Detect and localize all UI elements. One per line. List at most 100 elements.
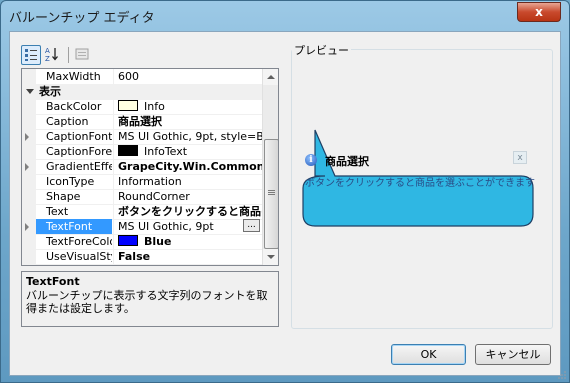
row-gutter (22, 114, 36, 129)
balloon-close-icon[interactable]: x (513, 151, 527, 164)
expand-icon[interactable] (25, 163, 29, 171)
property-value-cell[interactable]: 600 (113, 69, 262, 84)
window-title: バルーンチップ エディタ (9, 11, 155, 26)
property-value-cell[interactable]: GrapeCity.Win.Common.G (113, 159, 262, 174)
scroll-up-button[interactable] (263, 69, 278, 85)
dialog-window: バルーンチップ エディタ x A Z MaxWidth 600 表示 BackC… (0, 0, 570, 383)
color-swatch (118, 145, 138, 156)
property-value: GrapeCity.Win.Common.G (118, 160, 262, 173)
row-gutter (22, 99, 36, 114)
property-name[interactable]: TextForeColor (36, 234, 112, 249)
color-swatch (118, 100, 138, 111)
row-gutter (22, 234, 36, 249)
property-row[interactable]: TextForeColor Blue (22, 234, 262, 250)
alphabetical-icon: A Z (45, 47, 58, 63)
chevron-up-icon (267, 75, 275, 79)
row-gutter (22, 189, 36, 204)
row-gutter (22, 174, 36, 189)
preview-label: プレビュー (292, 42, 351, 58)
categorized-button[interactable] (21, 45, 41, 65)
property-value: Blue (144, 235, 172, 248)
property-name[interactable]: GradientEffect (36, 159, 112, 174)
property-row[interactable]: TextFont MS UI Gothic, 9pt... (22, 219, 262, 235)
ellipsis-button[interactable]: ... (243, 219, 260, 232)
property-name[interactable]: UseVisualStyle (36, 249, 112, 264)
property-name[interactable]: TextFont (36, 219, 112, 234)
grip-line (268, 194, 275, 195)
property-row[interactable]: Text ボタンをクリックすると商品を選 (22, 204, 262, 220)
resize-grip-icon[interactable] (557, 370, 567, 380)
property-name[interactable]: Shape (36, 189, 112, 204)
property-value-cell[interactable]: Blue (113, 234, 262, 249)
property-grid[interactable]: MaxWidth 600 表示 BackColor Info Caption 商品選択 Cap… (21, 68, 279, 266)
property-value: ボタンをクリックすると商品を選 (118, 205, 262, 218)
description-panel: TextFont バルーンチップに表示する文字列のフォントを取得または設定します… (21, 271, 279, 327)
row-gutter (22, 144, 36, 159)
property-value: Information (118, 175, 182, 188)
categorized-icon (25, 49, 37, 61)
property-pages-button[interactable] (73, 45, 93, 65)
property-value-cell[interactable]: False (113, 249, 262, 264)
alphabetical-button[interactable]: A Z (43, 45, 63, 65)
property-value-cell[interactable]: MS UI Gothic, 9pt... (113, 219, 262, 234)
close-button[interactable]: x (517, 2, 561, 22)
property-value-cell[interactable]: Info (113, 99, 262, 114)
category-row[interactable]: 表示 (22, 84, 265, 100)
property-name[interactable]: CaptionFont (36, 129, 112, 144)
property-value: Info (144, 100, 165, 113)
scroll-thumb[interactable] (264, 139, 278, 249)
info-icon: i (305, 154, 317, 166)
expand-icon[interactable] (25, 223, 29, 231)
property-row[interactable]: CaptionFont MS UI Gothic, 9pt, style=Bold (22, 129, 262, 145)
collapse-icon[interactable] (26, 89, 34, 94)
property-name[interactable]: Caption (36, 114, 112, 129)
property-name[interactable]: IconType (36, 174, 112, 189)
grip-line (268, 190, 275, 191)
balloon-text: ボタンをクリックすると商品を選ぶことができます (305, 178, 535, 189)
property-row[interactable]: Shape RoundCorner (22, 189, 262, 205)
title-bar[interactable]: バルーンチップ エディタ x (1, 1, 569, 31)
description-text: バルーンチップに表示する文字列のフォントを取得または設定します。 (26, 289, 268, 315)
property-name[interactable]: BackColor (36, 99, 112, 114)
property-row[interactable]: IconType Information (22, 174, 262, 190)
property-row[interactable]: MaxWidth 600 (22, 69, 262, 85)
vertical-scrollbar[interactable] (262, 69, 278, 265)
property-value-cell[interactable]: ボタンをクリックすると商品を選 (113, 204, 262, 219)
property-value: InfoText (144, 145, 188, 158)
row-gutter (22, 249, 36, 264)
property-name[interactable]: Text (36, 204, 112, 219)
cancel-button[interactable]: キャンセル (475, 344, 551, 365)
property-row[interactable]: Caption 商品選択 (22, 114, 262, 130)
property-value-cell[interactable]: Information (113, 174, 262, 189)
balloon-title: 商品選択 (325, 155, 369, 168)
property-value: 600 (118, 70, 139, 83)
property-row[interactable]: UseVisualStyle False (22, 249, 262, 265)
expand-icon[interactable] (25, 133, 29, 141)
ok-button[interactable]: OK (391, 344, 466, 365)
property-row[interactable]: GradientEffect GrapeCity.Win.Common.G (22, 159, 262, 175)
property-value: RoundCorner (118, 190, 190, 203)
svg-text:A: A (45, 47, 50, 55)
property-value: MS UI Gothic, 9pt, style=Bold (118, 130, 262, 143)
property-value: 商品選択 (118, 115, 162, 128)
property-value-cell[interactable]: MS UI Gothic, 9pt, style=Bold (113, 129, 262, 144)
row-gutter (22, 69, 36, 84)
color-swatch (118, 235, 138, 246)
property-row[interactable]: BackColor Info (22, 99, 262, 115)
property-name[interactable]: CaptionForeColor (36, 144, 112, 159)
property-name[interactable]: MaxWidth (36, 69, 112, 84)
category-label: 表示 (36, 84, 265, 99)
property-value: False (118, 250, 151, 263)
property-value: MS UI Gothic, 9pt (118, 220, 214, 233)
toolbar-separator (68, 47, 69, 63)
property-value-cell[interactable]: RoundCorner (113, 189, 262, 204)
scroll-down-button[interactable] (263, 249, 278, 265)
property-value-cell[interactable]: 商品選択 (113, 114, 262, 129)
description-title: TextFont (26, 275, 80, 288)
property-row[interactable]: CaptionForeColor InfoText (22, 144, 262, 160)
chevron-down-icon (267, 255, 275, 259)
row-gutter (22, 204, 36, 219)
svg-text:Z: Z (45, 55, 50, 63)
grip-line (268, 192, 275, 193)
property-value-cell[interactable]: InfoText (113, 144, 262, 159)
